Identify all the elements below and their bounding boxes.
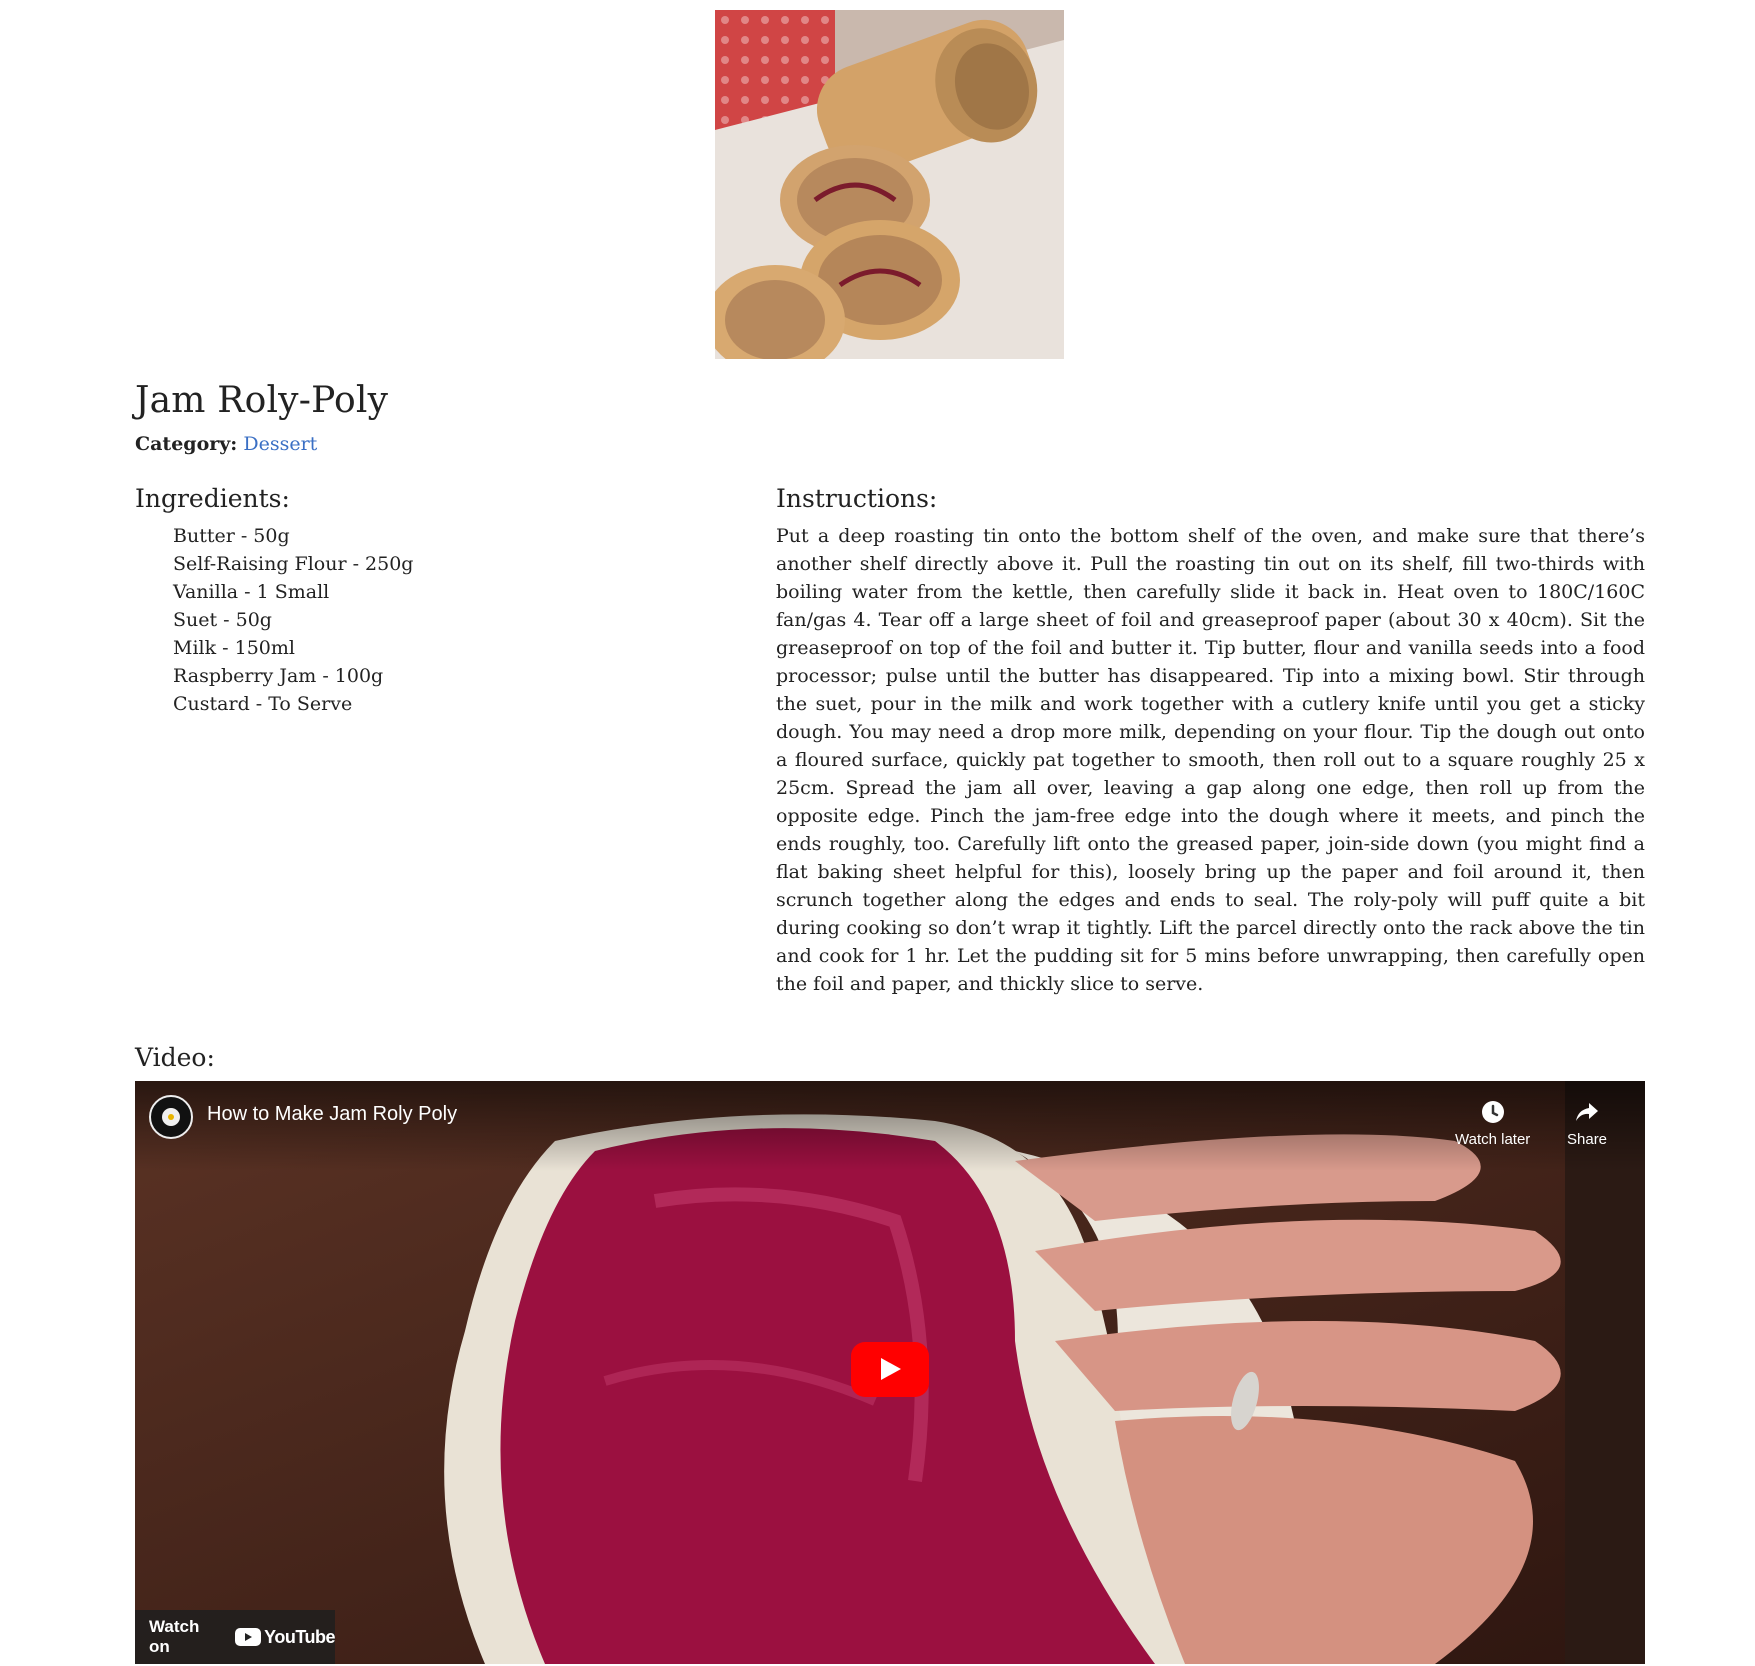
share-label: Share — [1567, 1131, 1608, 1148]
clock-icon — [1481, 1101, 1504, 1123]
instructions-heading: Instructions: — [776, 484, 938, 513]
play-icon — [881, 1358, 901, 1380]
ingredients-heading: Ingredients: — [135, 484, 290, 513]
ingredient-item: Butter - 50g — [173, 525, 290, 547]
ingredient-item: Vanilla - 1 Small — [173, 581, 330, 603]
play-button[interactable] — [851, 1342, 929, 1397]
youtube-logo-text: YouTube — [264, 1626, 335, 1647]
video-title[interactable]: How to Make Jam Roly Poly — [207, 1103, 457, 1126]
ingredients-list: Butter - 50g Self-Raising Flour - 250g V… — [173, 522, 413, 718]
youtube-logo: YouTube — [235, 1627, 335, 1648]
recipe-category: Category: Dessert — [135, 433, 317, 455]
share-arrow-icon — [1576, 1103, 1599, 1121]
recipe-photo — [715, 10, 1064, 359]
ingredient-item: Custard - To Serve — [173, 693, 353, 715]
instructions-text: Put a deep roasting tin onto the bottom … — [776, 525, 1645, 995]
watch-on-youtube-button[interactable]: Watch on YouTube — [135, 1610, 335, 1664]
ingredient-item: Raspberry Jam - 100g — [173, 665, 384, 687]
category-label: Category: — [135, 433, 238, 455]
video-top-bar — [135, 1081, 1645, 1171]
channel-avatar[interactable] — [149, 1095, 193, 1139]
watch-later-label: Watch later — [1455, 1131, 1531, 1148]
category-link-dessert[interactable]: Dessert — [243, 433, 317, 455]
watch-on-label: Watch on — [149, 1617, 200, 1656]
youtube-play-icon — [235, 1628, 262, 1646]
ingredient-item: Milk - 150ml — [173, 637, 295, 659]
ingredient-item: Self-Raising Flour - 250g — [173, 553, 414, 575]
share-button[interactable]: Share — [1567, 1099, 1607, 1148]
recipe-thumbnail — [715, 10, 1064, 359]
video-heading: Video: — [135, 1043, 215, 1072]
video-player[interactable]: How to Make Jam Roly Poly Watch later Sh… — [135, 1081, 1645, 1664]
recipe-title: Jam Roly-Poly — [135, 380, 389, 421]
ingredient-item: Suet - 50g — [173, 609, 272, 631]
watch-later-button[interactable]: Watch later — [1455, 1099, 1530, 1148]
